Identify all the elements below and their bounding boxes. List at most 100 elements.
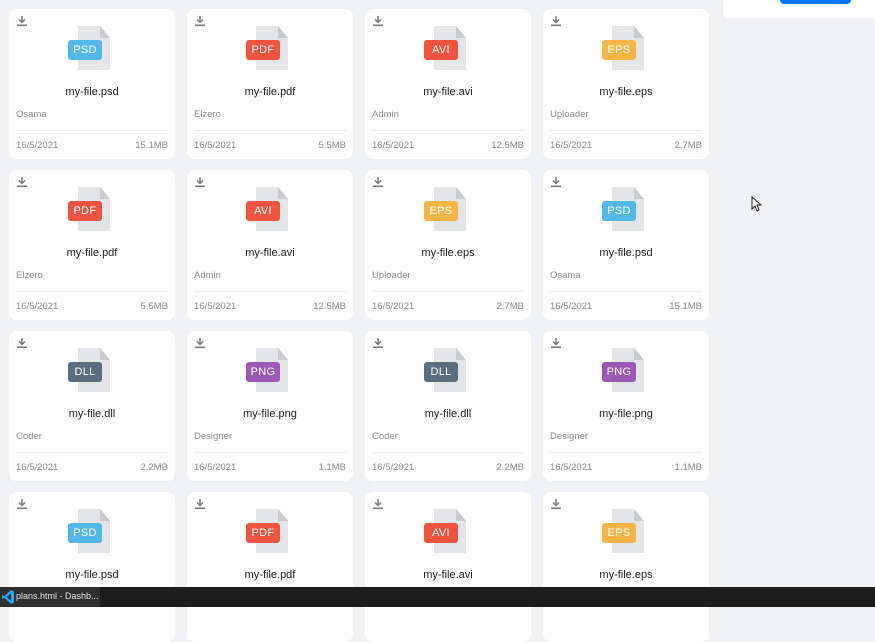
file-icon: PDF bbox=[246, 26, 296, 72]
file-size: 15.1MB bbox=[135, 140, 168, 151]
file-date: 16/5/2021 bbox=[372, 462, 415, 473]
card-divider bbox=[16, 130, 168, 131]
file-type-badge: DLL bbox=[68, 362, 102, 382]
file-name: my-file.pdf bbox=[244, 569, 296, 581]
download-icon[interactable] bbox=[550, 337, 562, 349]
download-icon[interactable] bbox=[194, 498, 206, 510]
card-divider bbox=[194, 291, 346, 292]
file-card[interactable]: EPS my-file.eps bbox=[543, 492, 709, 642]
card-divider bbox=[550, 452, 702, 453]
file-uploader: Osama bbox=[16, 109, 47, 120]
file-icon: PSD bbox=[602, 187, 652, 233]
file-icon: AVI bbox=[424, 509, 474, 555]
file-date: 16/5/2021 bbox=[194, 140, 237, 151]
download-icon[interactable] bbox=[16, 176, 28, 188]
download-icon[interactable] bbox=[372, 337, 384, 349]
card-divider bbox=[16, 291, 168, 292]
download-icon[interactable] bbox=[550, 15, 562, 27]
file-card[interactable]: AVI my-file.avi Admin 16/5/2021 12.5MB bbox=[187, 170, 353, 320]
file-icon: PDF bbox=[68, 187, 118, 233]
file-card[interactable]: DLL my-file.dll Coder 16/5/2021 2.2MB bbox=[9, 331, 175, 481]
file-type-badge: EPS bbox=[424, 201, 458, 221]
download-icon[interactable] bbox=[16, 498, 28, 510]
file-card[interactable]: AVI my-file.avi Admin 16/5/2021 12.5MB bbox=[365, 9, 531, 159]
taskbar-app-vscode[interactable]: plans.html - Dashb... bbox=[0, 587, 100, 607]
download-icon[interactable] bbox=[16, 337, 28, 349]
taskbar: plans.html - Dashb... bbox=[0, 587, 875, 607]
file-card[interactable]: PDF my-file.pdf bbox=[187, 492, 353, 642]
file-card[interactable]: PSD my-file.psd Osama 16/5/2021 15.1MB bbox=[543, 170, 709, 320]
file-card[interactable]: PSD my-file.psd Osama 16/5/2021 15.1MB bbox=[9, 9, 175, 159]
file-size: 1.1MB bbox=[318, 462, 346, 473]
file-card[interactable]: PNG my-file.png Designer 16/5/2021 1.1MB bbox=[543, 331, 709, 481]
file-date: 16/5/2021 bbox=[16, 301, 59, 312]
file-card[interactable]: DLL my-file.dll Coder 16/5/2021 2.2MB bbox=[365, 331, 531, 481]
card-divider bbox=[16, 452, 168, 453]
file-size: 12.5MB bbox=[313, 301, 346, 312]
card-divider bbox=[550, 291, 702, 292]
file-icon: PSD bbox=[68, 509, 118, 555]
mouse-pointer-icon bbox=[751, 196, 762, 212]
file-name: my-file.dll bbox=[424, 408, 472, 420]
file-type-badge: AVI bbox=[246, 201, 280, 221]
file-icon: PSD bbox=[68, 26, 118, 72]
file-uploader: Uploader bbox=[550, 109, 589, 120]
download-icon[interactable] bbox=[550, 176, 562, 188]
file-type-badge: PSD bbox=[602, 201, 636, 221]
file-icon: DLL bbox=[424, 348, 474, 394]
card-divider bbox=[194, 130, 346, 131]
file-icon: PDF bbox=[246, 509, 296, 555]
download-icon[interactable] bbox=[372, 498, 384, 510]
file-name: my-file.avi bbox=[423, 569, 473, 581]
file-icon: AVI bbox=[246, 187, 296, 233]
download-icon[interactable] bbox=[550, 498, 562, 510]
file-name: my-file.eps bbox=[599, 569, 653, 581]
file-icon: PNG bbox=[602, 348, 652, 394]
file-card[interactable]: PDF my-file.pdf Elzero 16/5/2021 5.5MB bbox=[9, 170, 175, 320]
file-icon: PNG bbox=[246, 348, 296, 394]
file-card[interactable]: EPS my-file.eps Uploader 16/5/2021 2.7MB bbox=[543, 9, 709, 159]
file-name: my-file.pdf bbox=[66, 247, 118, 259]
download-icon[interactable] bbox=[372, 176, 384, 188]
file-date: 16/5/2021 bbox=[550, 462, 593, 473]
taskbar-app-label: plans.html - Dashb... bbox=[16, 591, 99, 601]
file-name: my-file.pdf bbox=[244, 86, 296, 98]
download-icon[interactable] bbox=[16, 15, 28, 27]
file-size: 12.5MB bbox=[491, 140, 524, 151]
file-type-badge: PDF bbox=[68, 201, 102, 221]
card-divider bbox=[372, 291, 524, 292]
file-uploader: Uploader bbox=[372, 270, 411, 281]
download-icon[interactable] bbox=[194, 337, 206, 349]
file-icon: DLL bbox=[68, 348, 118, 394]
file-type-badge: AVI bbox=[424, 40, 458, 60]
file-date: 16/5/2021 bbox=[194, 301, 237, 312]
file-name: my-file.eps bbox=[421, 247, 475, 259]
file-card[interactable]: AVI my-file.avi bbox=[365, 492, 531, 642]
file-date: 16/5/2021 bbox=[16, 140, 59, 151]
file-card[interactable]: PDF my-file.pdf Elzero 16/5/2021 5.5MB bbox=[187, 9, 353, 159]
file-card[interactable]: EPS my-file.eps Uploader 16/5/2021 2.7MB bbox=[365, 170, 531, 320]
file-size: 15.1MB bbox=[669, 301, 702, 312]
card-divider bbox=[372, 130, 524, 131]
card-divider bbox=[194, 452, 346, 453]
file-uploader: Designer bbox=[194, 431, 233, 442]
download-icon[interactable] bbox=[194, 176, 206, 188]
file-date: 16/5/2021 bbox=[550, 140, 593, 151]
file-icon: EPS bbox=[424, 187, 474, 233]
file-card[interactable]: PSD my-file.psd bbox=[9, 492, 175, 642]
side-panel-button[interactable] bbox=[780, 0, 851, 4]
file-name: my-file.avi bbox=[245, 247, 295, 259]
download-icon[interactable] bbox=[372, 15, 384, 27]
file-name: my-file.psd bbox=[65, 569, 119, 581]
file-size: 2.7MB bbox=[496, 301, 524, 312]
file-type-badge: DLL bbox=[424, 362, 458, 382]
file-name: my-file.eps bbox=[599, 86, 653, 98]
file-uploader: Admin bbox=[372, 109, 399, 120]
file-name: my-file.png bbox=[243, 408, 297, 420]
file-type-badge: EPS bbox=[602, 40, 636, 60]
file-type-badge: PDF bbox=[246, 40, 280, 60]
file-card[interactable]: PNG my-file.png Designer 16/5/2021 1.1MB bbox=[187, 331, 353, 481]
file-size: 2.7MB bbox=[674, 140, 702, 151]
file-size: 2.2MB bbox=[496, 462, 524, 473]
download-icon[interactable] bbox=[194, 15, 206, 27]
